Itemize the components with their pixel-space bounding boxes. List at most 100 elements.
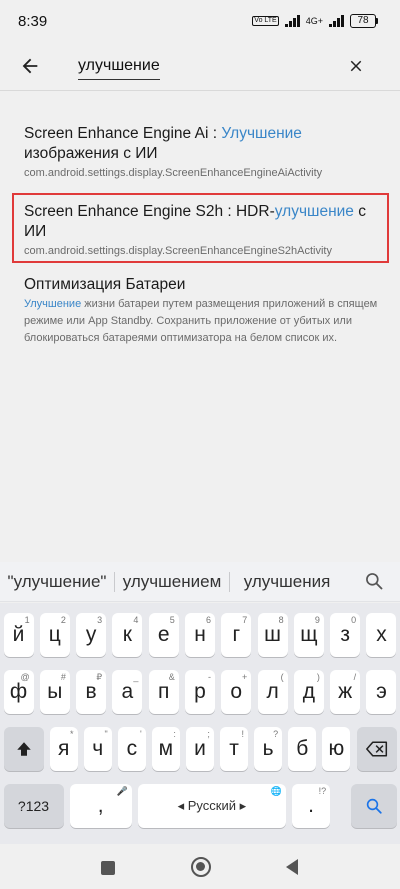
key-label: т: [229, 737, 239, 760]
key-а[interactable]: а _: [112, 670, 143, 714]
key-hint: #: [60, 672, 66, 682]
key-hint: 8: [278, 615, 284, 625]
recents-button[interactable]: [94, 854, 122, 882]
key-label: п: [158, 680, 170, 703]
result-title: Screen Enhance Engine S2h : HDR-улучшени…: [24, 203, 366, 240]
key-н[interactable]: н6: [184, 613, 216, 657]
key-label: р: [194, 680, 206, 703]
key-ы[interactable]: ы #: [39, 670, 70, 714]
key-г[interactable]: г7: [221, 613, 252, 657]
key-label: е: [157, 623, 170, 646]
key-т[interactable]: т!: [220, 727, 249, 771]
key-ш[interactable]: ш8: [257, 613, 288, 657]
clear-search-button[interactable]: [334, 44, 378, 88]
key-label: ?123: [17, 798, 50, 814]
key-щ[interactable]: щ9: [293, 613, 324, 657]
key-ч[interactable]: ч ": [83, 727, 112, 771]
key-hint: 7: [242, 615, 248, 625]
back-nav-button[interactable]: [278, 853, 306, 881]
result-item[interactable]: Оптимизация Батареи Улучшение жизни бата…: [24, 275, 380, 347]
key-hint: 5: [169, 615, 175, 625]
close-icon: [350, 60, 362, 72]
key-у[interactable]: у3: [76, 613, 107, 657]
key-hint: ?: [273, 729, 279, 739]
status-icons: Vo LTE 4G+ 78: [252, 14, 378, 28]
key-ц[interactable]: ц2: [39, 613, 70, 657]
key-label: ш: [264, 623, 281, 646]
suggestion-item[interactable]: улучшением: [115, 562, 229, 602]
keyboard-search-button[interactable]: [364, 571, 384, 596]
key-х[interactable]: х: [366, 613, 397, 657]
key-hint: 4: [133, 615, 139, 625]
key-р[interactable]: р-: [184, 670, 216, 714]
status-bar: 8:39 Vo LTE 4G+ 78: [0, 0, 400, 42]
navigation-bar: [0, 844, 400, 889]
suggestion-item[interactable]: "улучшение": [0, 562, 114, 602]
key-п[interactable]: п &: [148, 670, 179, 714]
enter-search-key[interactable]: [350, 784, 397, 828]
key-м[interactable]: м:: [151, 727, 180, 771]
key-label: в: [85, 680, 97, 703]
status-time: 8:39: [18, 12, 48, 30]
key-hint: _: [133, 672, 139, 682]
key-з[interactable]: з0: [330, 613, 361, 657]
back-button[interactable]: [2, 42, 58, 90]
search-icon: [366, 573, 383, 590]
key-э[interactable]: э: [366, 670, 397, 714]
key-label: м: [158, 737, 174, 760]
key-hint: ': [140, 729, 142, 739]
key-label: о: [230, 680, 243, 703]
key-hint: :: [173, 729, 176, 739]
suggestion-item[interactable]: улучшения: [230, 562, 344, 602]
key-hint: 3: [97, 615, 103, 625]
key-label: ф: [9, 680, 28, 703]
key-hint: 1: [24, 615, 30, 625]
search-bar: улучшение: [0, 42, 400, 90]
key-label: ц: [48, 623, 61, 646]
period-key[interactable]: .!?: [292, 784, 331, 828]
key-label: к: [122, 623, 132, 646]
key-к[interactable]: к4: [112, 613, 143, 657]
backspace-icon: [365, 741, 387, 757]
home-icon: [191, 857, 211, 877]
key-ю[interactable]: ю: [322, 727, 351, 771]
key-label: ю: [328, 737, 345, 760]
volte-icon: Vo LTE: [252, 16, 279, 26]
key-ф[interactable]: ф @: [3, 670, 34, 714]
key-label: ж: [338, 680, 353, 703]
key-в[interactable]: в ₽: [76, 670, 107, 714]
key-ж[interactable]: ж /: [330, 670, 361, 714]
key-и[interactable]: и;: [186, 727, 214, 771]
comma-key[interactable]: , 🎤: [69, 784, 132, 828]
key-л[interactable]: л(: [257, 670, 288, 714]
key-hint: 🌐: [270, 786, 282, 796]
search-icon: [366, 798, 382, 814]
key-label: а: [121, 680, 134, 703]
backspace-key[interactable]: [356, 727, 397, 771]
key-с[interactable]: с ': [117, 727, 146, 771]
home-button[interactable]: [186, 852, 216, 882]
key-label: с: [126, 737, 138, 760]
key-д[interactable]: д): [293, 670, 324, 714]
result-title: Оптимизация Батареи: [24, 276, 186, 293]
key-е[interactable]: е5: [148, 613, 179, 657]
key-label: и: [194, 737, 206, 760]
space-key[interactable]: ◂ Русский ▸ 🌐: [137, 784, 286, 828]
key-hint: 6: [206, 615, 212, 625]
result-subtitle: Улучшение жизни батареи путем размещения…: [24, 298, 378, 344]
key-б[interactable]: б: [288, 727, 317, 771]
result-item[interactable]: Screen Enhance Engine Ai : Улучшение изо…: [24, 124, 380, 182]
key-й[interactable]: й1: [3, 613, 34, 657]
search-input[interactable]: улучшение: [78, 52, 160, 80]
key-hint: ": [104, 729, 108, 739]
key-hint: 2: [60, 615, 66, 625]
key-я[interactable]: я *: [49, 727, 78, 771]
key-о[interactable]: о +: [221, 670, 252, 714]
key-ь[interactable]: ь?: [254, 727, 283, 771]
key-hint: !: [241, 729, 245, 739]
key-hint: 🎤: [116, 786, 128, 796]
key-hint: &: [168, 672, 175, 682]
shift-key[interactable]: [3, 727, 44, 771]
symbols-key[interactable]: ?123: [3, 784, 64, 828]
result-item[interactable]: Screen Enhance Engine S2h : HDR-улучшени…: [24, 202, 380, 260]
